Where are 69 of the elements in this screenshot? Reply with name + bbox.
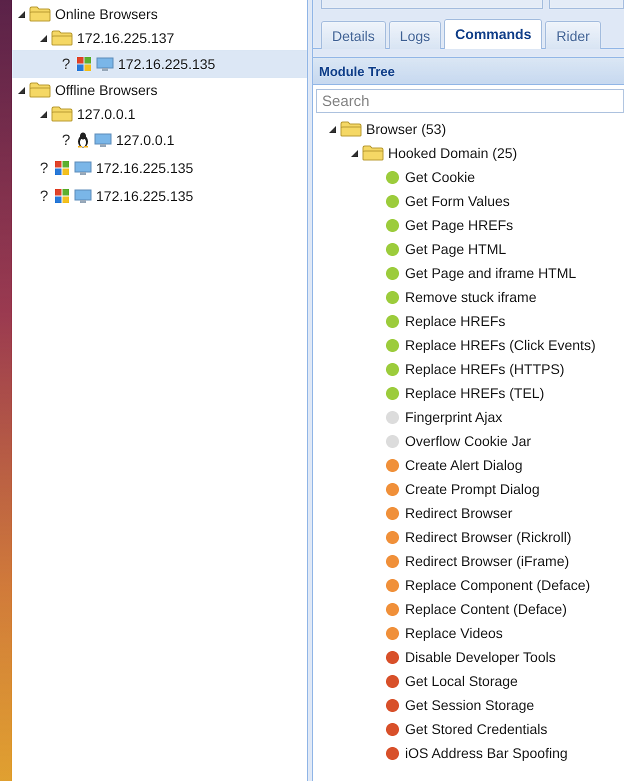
- folder-icon: [29, 82, 51, 98]
- browser-row[interactable]: ? 172.16.225.135: [12, 50, 307, 78]
- browser-unknown-text: ?: [60, 56, 72, 72]
- module-item[interactable]: Replace Videos: [405, 625, 503, 641]
- module-item[interactable]: Get Session Storage: [405, 697, 534, 713]
- module-item[interactable]: Get Local Storage: [405, 673, 518, 689]
- monitor-icon: [74, 188, 92, 204]
- folder-icon: [362, 145, 384, 161]
- host-address: 172.16.225.135: [96, 160, 194, 176]
- group-label[interactable]: 127.0.0.1: [77, 106, 136, 122]
- module-item[interactable]: Replace HREFs (Click Events): [405, 337, 596, 353]
- module-item[interactable]: Redirect Browser (iFrame): [405, 553, 570, 569]
- module-item[interactable]: Get Page HREFs: [405, 217, 514, 233]
- group-label[interactable]: 172.16.225.137: [77, 30, 174, 46]
- module-item[interactable]: Replace Content (Deface): [405, 601, 567, 617]
- module-item[interactable]: Create Alert Dialog: [405, 457, 523, 473]
- browser-unknown-text: ?: [60, 132, 72, 148]
- browser-row[interactable]: ? 172.16.225.135: [12, 182, 307, 210]
- tab[interactable]: Rider: [545, 21, 601, 49]
- tab[interactable]: Commands: [444, 19, 542, 49]
- module-item[interactable]: Redirect Browser (Rickroll): [405, 529, 572, 545]
- module-item[interactable]: Replace HREFs (TEL): [405, 385, 544, 401]
- browser-row[interactable]: ? 127.0.0.1: [12, 126, 307, 154]
- host-address: 172.16.225.135: [118, 56, 216, 72]
- search-field[interactable]: Search: [316, 89, 624, 113]
- browser-unknown-text: ?: [38, 160, 50, 176]
- windows-logo-icon: [54, 160, 70, 176]
- module-item[interactable]: Get Cookie: [405, 169, 476, 185]
- module-item[interactable]: Disable Developer Tools: [405, 649, 556, 665]
- expander-icon[interactable]: [351, 150, 358, 156]
- folder-icon: [340, 121, 362, 137]
- tab[interactable]: Logs: [388, 21, 442, 49]
- category-label[interactable]: Hooked Domain (25): [388, 145, 518, 161]
- module-item[interactable]: Create Prompt Dialog: [405, 481, 540, 497]
- host-address: 172.16.225.135: [96, 188, 194, 204]
- group-label[interactable]: Offline Browsers: [55, 82, 158, 98]
- panel-title: Module Tree: [313, 58, 624, 85]
- module-item[interactable]: Overflow Cookie Jar: [405, 433, 532, 449]
- module-item[interactable]: Get Stored Credentials: [405, 721, 548, 737]
- module-item[interactable]: Get Page and iframe HTML: [405, 265, 576, 281]
- monitor-icon: [74, 160, 92, 176]
- penguin-icon: [76, 132, 90, 148]
- category-label[interactable]: Browser (53): [366, 121, 446, 137]
- monitor-icon: [94, 132, 112, 148]
- module-item[interactable]: Replace HREFs: [405, 313, 506, 329]
- folder-icon: [29, 6, 51, 22]
- module-item[interactable]: iOS Address Bar Spoofing: [405, 745, 568, 761]
- expander-icon[interactable]: [329, 126, 336, 132]
- expander-icon[interactable]: [40, 34, 47, 42]
- monitor-icon: [96, 56, 114, 72]
- expander-icon[interactable]: [18, 10, 25, 18]
- module-item[interactable]: Get Page HTML: [405, 241, 506, 257]
- windows-logo-icon: [54, 188, 70, 204]
- module-item[interactable]: Remove stuck iframe: [405, 289, 536, 305]
- module-item[interactable]: Get Form Values: [405, 193, 510, 209]
- windows-logo-icon: [76, 56, 92, 72]
- host-address: 127.0.0.1: [116, 132, 174, 148]
- folder-icon: [51, 106, 73, 122]
- folder-icon: [51, 30, 73, 46]
- module-item[interactable]: Fingerprint Ajax: [405, 409, 502, 425]
- expander-icon[interactable]: [40, 110, 47, 118]
- browser-unknown-text: ?: [38, 188, 50, 204]
- tab[interactable]: Details: [321, 21, 386, 49]
- module-item[interactable]: Redirect Browser: [405, 505, 512, 521]
- module-item[interactable]: Replace Component (Deface): [405, 577, 590, 593]
- expander-icon[interactable]: [18, 86, 25, 94]
- group-label[interactable]: Online Browsers: [55, 6, 158, 22]
- module-item[interactable]: Replace HREFs (HTTPS): [405, 361, 564, 377]
- browser-row[interactable]: ? 172.16.225.135: [12, 154, 307, 182]
